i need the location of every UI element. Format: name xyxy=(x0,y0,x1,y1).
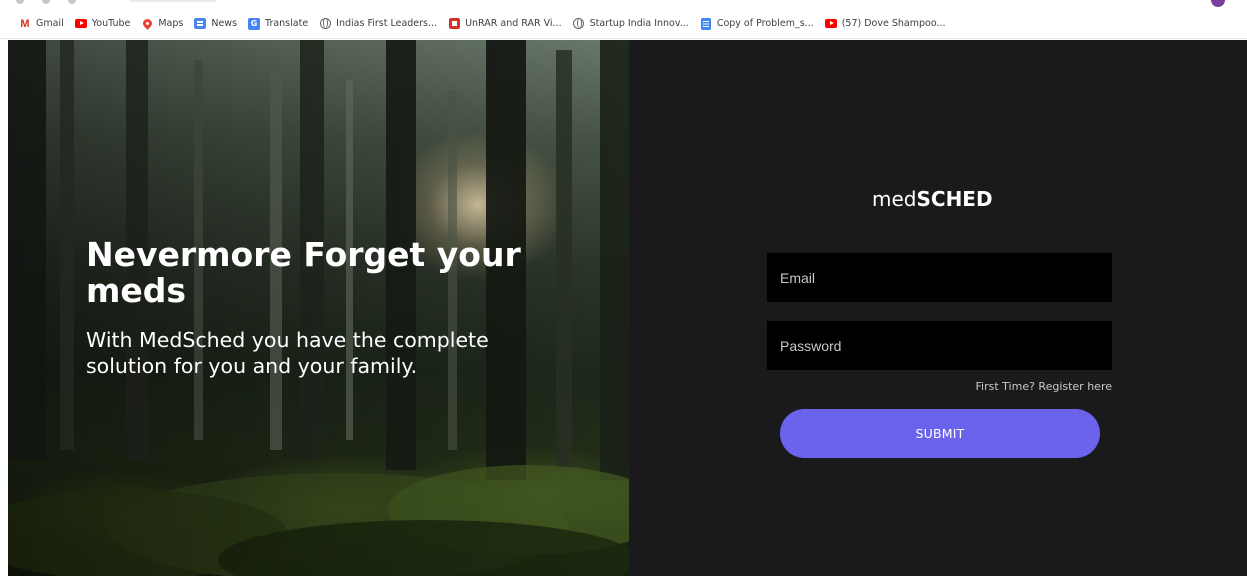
browser-toolbar-edge xyxy=(0,0,1247,9)
back-icon[interactable] xyxy=(16,0,24,4)
bookmark-label: Gmail xyxy=(36,18,64,29)
email-field[interactable] xyxy=(767,253,1112,302)
logo-light-text: med xyxy=(872,187,917,211)
unrar-icon xyxy=(448,18,460,30)
translate-icon: G xyxy=(248,17,261,30)
bookmark-label: YouTube xyxy=(91,18,131,29)
bookmark-translate[interactable]: G Translate xyxy=(248,17,309,30)
reload-icon[interactable] xyxy=(68,0,76,4)
address-bar[interactable] xyxy=(128,0,218,2)
bookmark-news[interactable]: News xyxy=(194,18,237,30)
hero-headline: Nevermore Forget your meds xyxy=(86,235,521,310)
bookmark-maps[interactable]: Maps xyxy=(140,17,184,30)
profile-avatar[interactable] xyxy=(1211,0,1225,7)
bookmark-startup-india[interactable]: Startup India Innov... xyxy=(573,18,689,30)
bookmark-copy-of-problem[interactable]: Copy of Problem_s... xyxy=(700,17,814,30)
app-logo: medSCHED xyxy=(872,187,993,211)
hero-forest-image: Nevermore Forget your meds With MedSched… xyxy=(8,40,629,576)
bookmark-label: Maps xyxy=(158,18,184,29)
youtube-icon xyxy=(824,18,837,30)
bookmark-label: (57) Dove Shampoo... xyxy=(841,18,946,29)
submit-button[interactable]: SUBMIT xyxy=(780,409,1100,458)
globe-icon xyxy=(319,18,331,30)
globe-icon xyxy=(573,18,585,30)
register-link[interactable]: First Time? Register here xyxy=(976,380,1112,393)
bookmarks-bar: M Gmail YouTube Maps News G Translate In… xyxy=(0,9,1247,39)
bookmark-youtube[interactable]: YouTube xyxy=(74,18,131,30)
bookmark-label: Copy of Problem_s... xyxy=(716,18,814,29)
youtube-icon xyxy=(74,18,87,30)
login-panel: medSCHED First Time? Register here SUBMI… xyxy=(629,40,1247,576)
bookmark-label: Startup India Innov... xyxy=(589,18,689,29)
news-icon xyxy=(194,18,207,30)
maps-pin-icon xyxy=(140,17,154,30)
forward-icon[interactable] xyxy=(42,0,50,4)
bookmark-label: News xyxy=(211,18,238,29)
bookmark-label: UnRAR and RAR Vi... xyxy=(465,18,562,29)
bookmark-indias-first-leaders[interactable]: Indias First Leaders... xyxy=(319,18,437,30)
document-icon xyxy=(700,17,712,30)
bookmark-unrar[interactable]: UnRAR and RAR Vi... xyxy=(448,18,562,30)
bookmark-dove-shampoo[interactable]: (57) Dove Shampoo... xyxy=(824,18,946,30)
bookmark-label: Indias First Leaders... xyxy=(336,18,438,29)
gmail-icon: M xyxy=(20,17,30,30)
logo-bold-text: SCHED xyxy=(916,187,993,211)
hero-subtext: With MedSched you have the complete solu… xyxy=(86,328,489,378)
password-field[interactable] xyxy=(767,321,1112,370)
bookmark-label: Translate xyxy=(265,18,309,29)
bookmark-gmail[interactable]: M Gmail xyxy=(19,17,64,30)
